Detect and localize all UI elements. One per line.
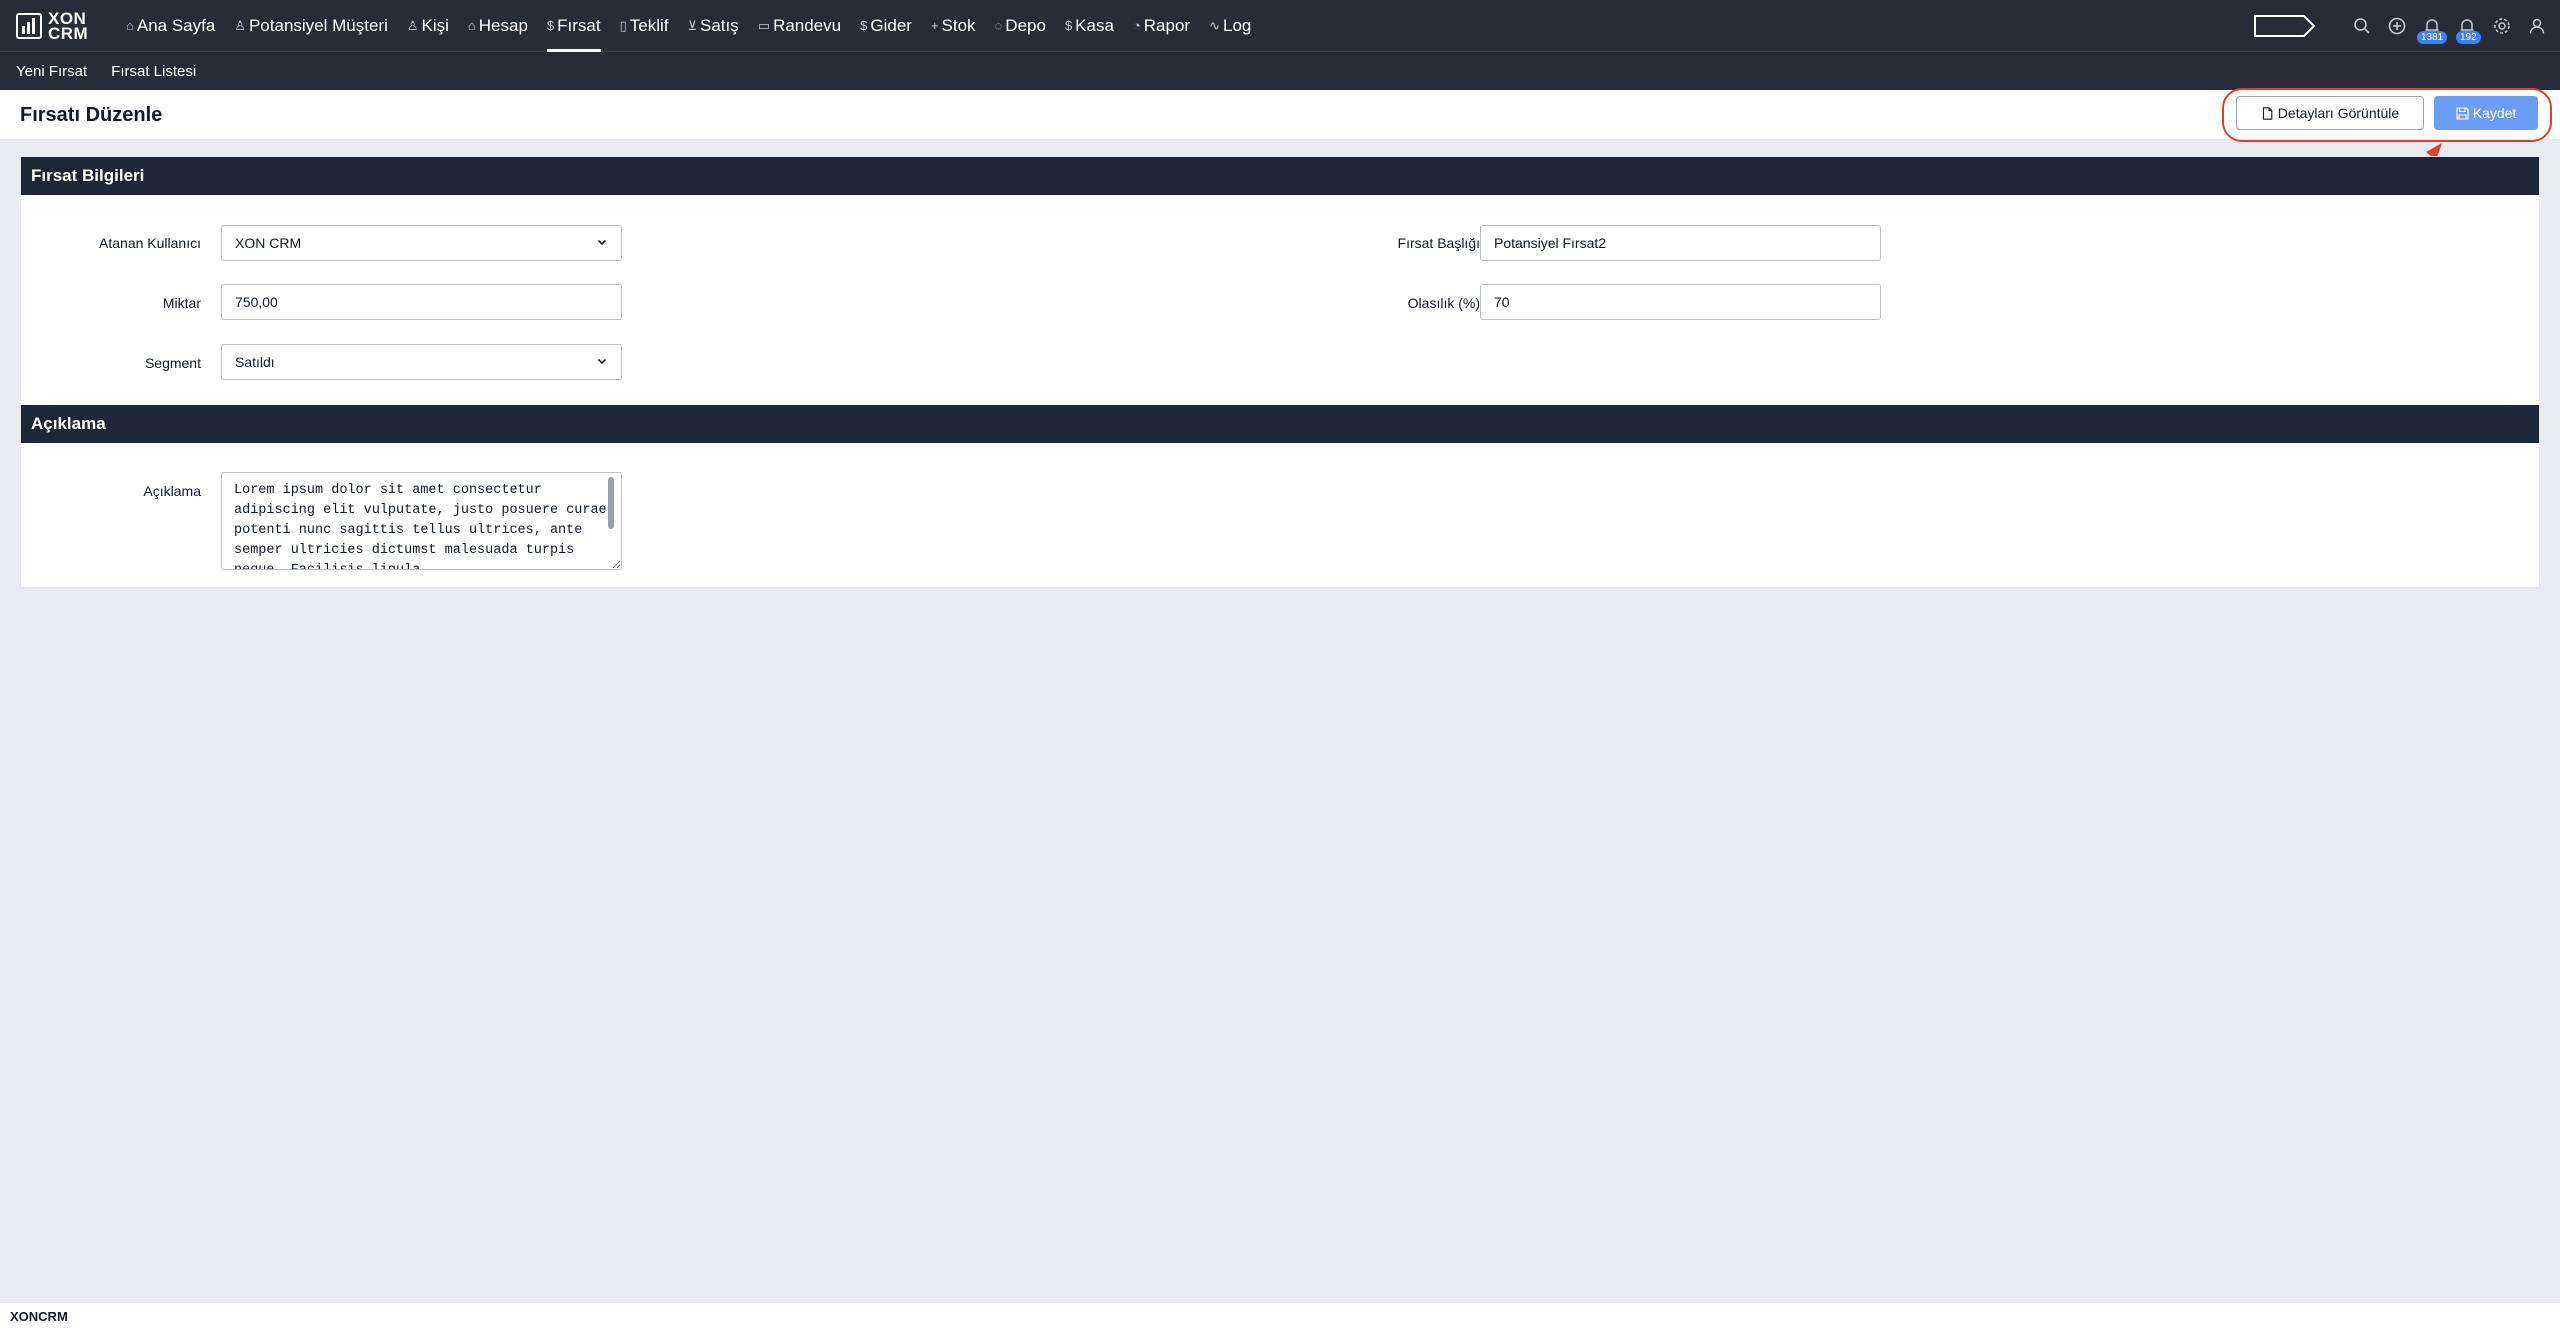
nav-item-potansiyel-müşteri[interactable]: ♙ Potansiyel Müşteri (234, 0, 388, 52)
nav-item-depo[interactable]: ◌ Depo (995, 0, 1046, 52)
alerts-badge: 192 (2456, 31, 2481, 44)
assigned-user-label: Atanan Kullanıcı (99, 235, 201, 251)
sub-navbar: Yeni Fırsat Fırsat Listesi (0, 52, 2560, 90)
view-details-button[interactable]: Detayları Görüntüle (2236, 96, 2424, 130)
notifications-bell-icon[interactable]: 1381 (2417, 17, 2448, 44)
document-icon (2262, 106, 2273, 120)
nav-item-log[interactable]: ∿ Log (1209, 0, 1251, 52)
footer-brand: XONCRM (10, 1309, 68, 1324)
probability-input[interactable] (1480, 284, 1881, 320)
pie-icon: ◔ (1132, 18, 1141, 33)
view-details-label: Detayları Görüntüle (2277, 105, 2400, 121)
opportunity-title-label: Fırsat Başlığı (1397, 235, 1480, 251)
nav-item-fırsat[interactable]: $ Fırsat (546, 0, 601, 52)
description-textarea[interactable]: Lorem ipsum dolor sit amet consectetur a… (221, 472, 622, 570)
opportunity-title-input[interactable] (1480, 225, 1881, 261)
amount-label: Miktar (162, 295, 201, 311)
nav-item-label: Randevu (773, 15, 842, 35)
segment-label: Segment (144, 355, 201, 371)
nav-item-label: Stok (941, 15, 976, 35)
nav-item-label: Kasa (1075, 15, 1114, 35)
nav-item-label: Gider (870, 15, 912, 35)
nav-item-label: Satış (700, 15, 739, 35)
file-icon: ▯ (619, 17, 627, 33)
section-header-opportunity-info: Fırsat Bilgileri (21, 157, 2539, 195)
dollar-icon: $ (546, 18, 555, 33)
activity-icon: ∿ (1209, 17, 1220, 33)
nav-item-stok[interactable]: + Stok (931, 0, 976, 52)
nav-item-rapor[interactable]: ◔ Rapor (1133, 0, 1190, 52)
add-circle-icon[interactable] (2388, 17, 2406, 35)
floppy-disk-icon (2456, 106, 2469, 120)
logo-text: XON CRM (48, 8, 89, 43)
segment-select[interactable]: Satıldı (221, 344, 622, 380)
segment-value: Satıldı (235, 354, 275, 370)
opportunity-list-link[interactable]: Fırsat Listesi (111, 63, 196, 80)
new-opportunity-link[interactable]: Yeni Fırsat (16, 63, 87, 80)
nav-item-label: Teklif (629, 15, 669, 35)
probability-label: Olasılık (%) (1407, 295, 1480, 311)
page-header: Fırsatı Düzenle (0, 90, 2560, 140)
page-title: Fırsatı Düzenle (20, 104, 163, 126)
logo-chart-icon (16, 12, 42, 39)
assigned-user-value: XON CRM (235, 235, 302, 251)
nav-item-label: Fırsat (557, 15, 601, 35)
textarea-scrollbar[interactable] (608, 477, 614, 529)
gear-icon[interactable] (2493, 17, 2511, 35)
description-label: Açıklama (143, 483, 201, 499)
nav-item-gider[interactable]: $ Gider (860, 0, 912, 52)
nav-item-label: Kişi (421, 15, 449, 35)
nav-item-teklif[interactable]: ▯ Teklif (620, 0, 669, 52)
chevron-down-icon (597, 239, 607, 246)
nav-item-ana-sayfa[interactable]: ⌂ Ana Sayfa (126, 0, 215, 52)
dollar-icon: $ (1064, 18, 1073, 33)
user-icon: ♙ (234, 17, 246, 33)
save-button[interactable]: Kaydet (2434, 96, 2538, 130)
nav-item-hesap[interactable]: ⌂ Hesap (468, 0, 528, 52)
nav-item-label: Hesap (478, 15, 528, 35)
amount-input[interactable] (221, 284, 622, 320)
alerts-bell-icon[interactable]: 192 (2456, 17, 2481, 44)
home-icon: ⌂ (126, 18, 134, 33)
nav-item-kasa[interactable]: $ Kasa (1065, 0, 1114, 52)
calendar-icon: ▭ (757, 17, 771, 33)
chevron-down-icon (597, 358, 607, 365)
assigned-user-select[interactable]: XON CRM (221, 225, 622, 261)
notifications-badge: 1381 (2417, 31, 2448, 44)
nav-item-randevu[interactable]: ▭ Randevu (758, 0, 841, 52)
building-icon: ⌂ (467, 18, 476, 33)
flag-icon[interactable] (2254, 15, 2316, 37)
nav-item-label: Log (1223, 15, 1252, 35)
plus-icon: + (930, 18, 939, 33)
section-header-description: Açıklama (21, 405, 2539, 443)
top-navbar: XON CRM ⌂ Ana Sayfa ♙ Potansiyel Müşteri ♙ Ki… (0, 0, 2560, 52)
nav-item-label: Rapor (1143, 15, 1191, 35)
cart-icon: ⊻ (687, 17, 698, 33)
search-icon[interactable] (2353, 17, 2371, 35)
user-profile-icon[interactable] (2528, 17, 2546, 35)
dollar-icon: $ (860, 18, 868, 33)
app-logo[interactable]: XON CRM (16, 8, 108, 44)
nav-item-label: Ana Sayfa (136, 15, 216, 35)
nav-item-label: Depo (1005, 15, 1046, 35)
nav-item-label: Potansiyel Müşteri (248, 15, 388, 35)
footer: XONCRM (0, 1302, 2560, 1330)
main-menu: ⌂ Ana Sayfa ♙ Potansiyel Müşteri ♙ Kişi ⌂ Hesap… (126, 0, 1270, 52)
opportunity-form-card: Fırsat Bilgileri Atanan Kullanıcı XON CR… (20, 156, 2540, 588)
save-label: Kaydet (2472, 105, 2517, 121)
box-icon: ◌ (994, 18, 1003, 33)
users-icon: ♙ (406, 17, 419, 33)
nav-item-satış[interactable]: ⊻ Satış (688, 0, 739, 52)
navbar-tools: 1381 192 (2254, 0, 2546, 52)
nav-item-kişi[interactable]: ♙ Kişi (407, 0, 449, 52)
